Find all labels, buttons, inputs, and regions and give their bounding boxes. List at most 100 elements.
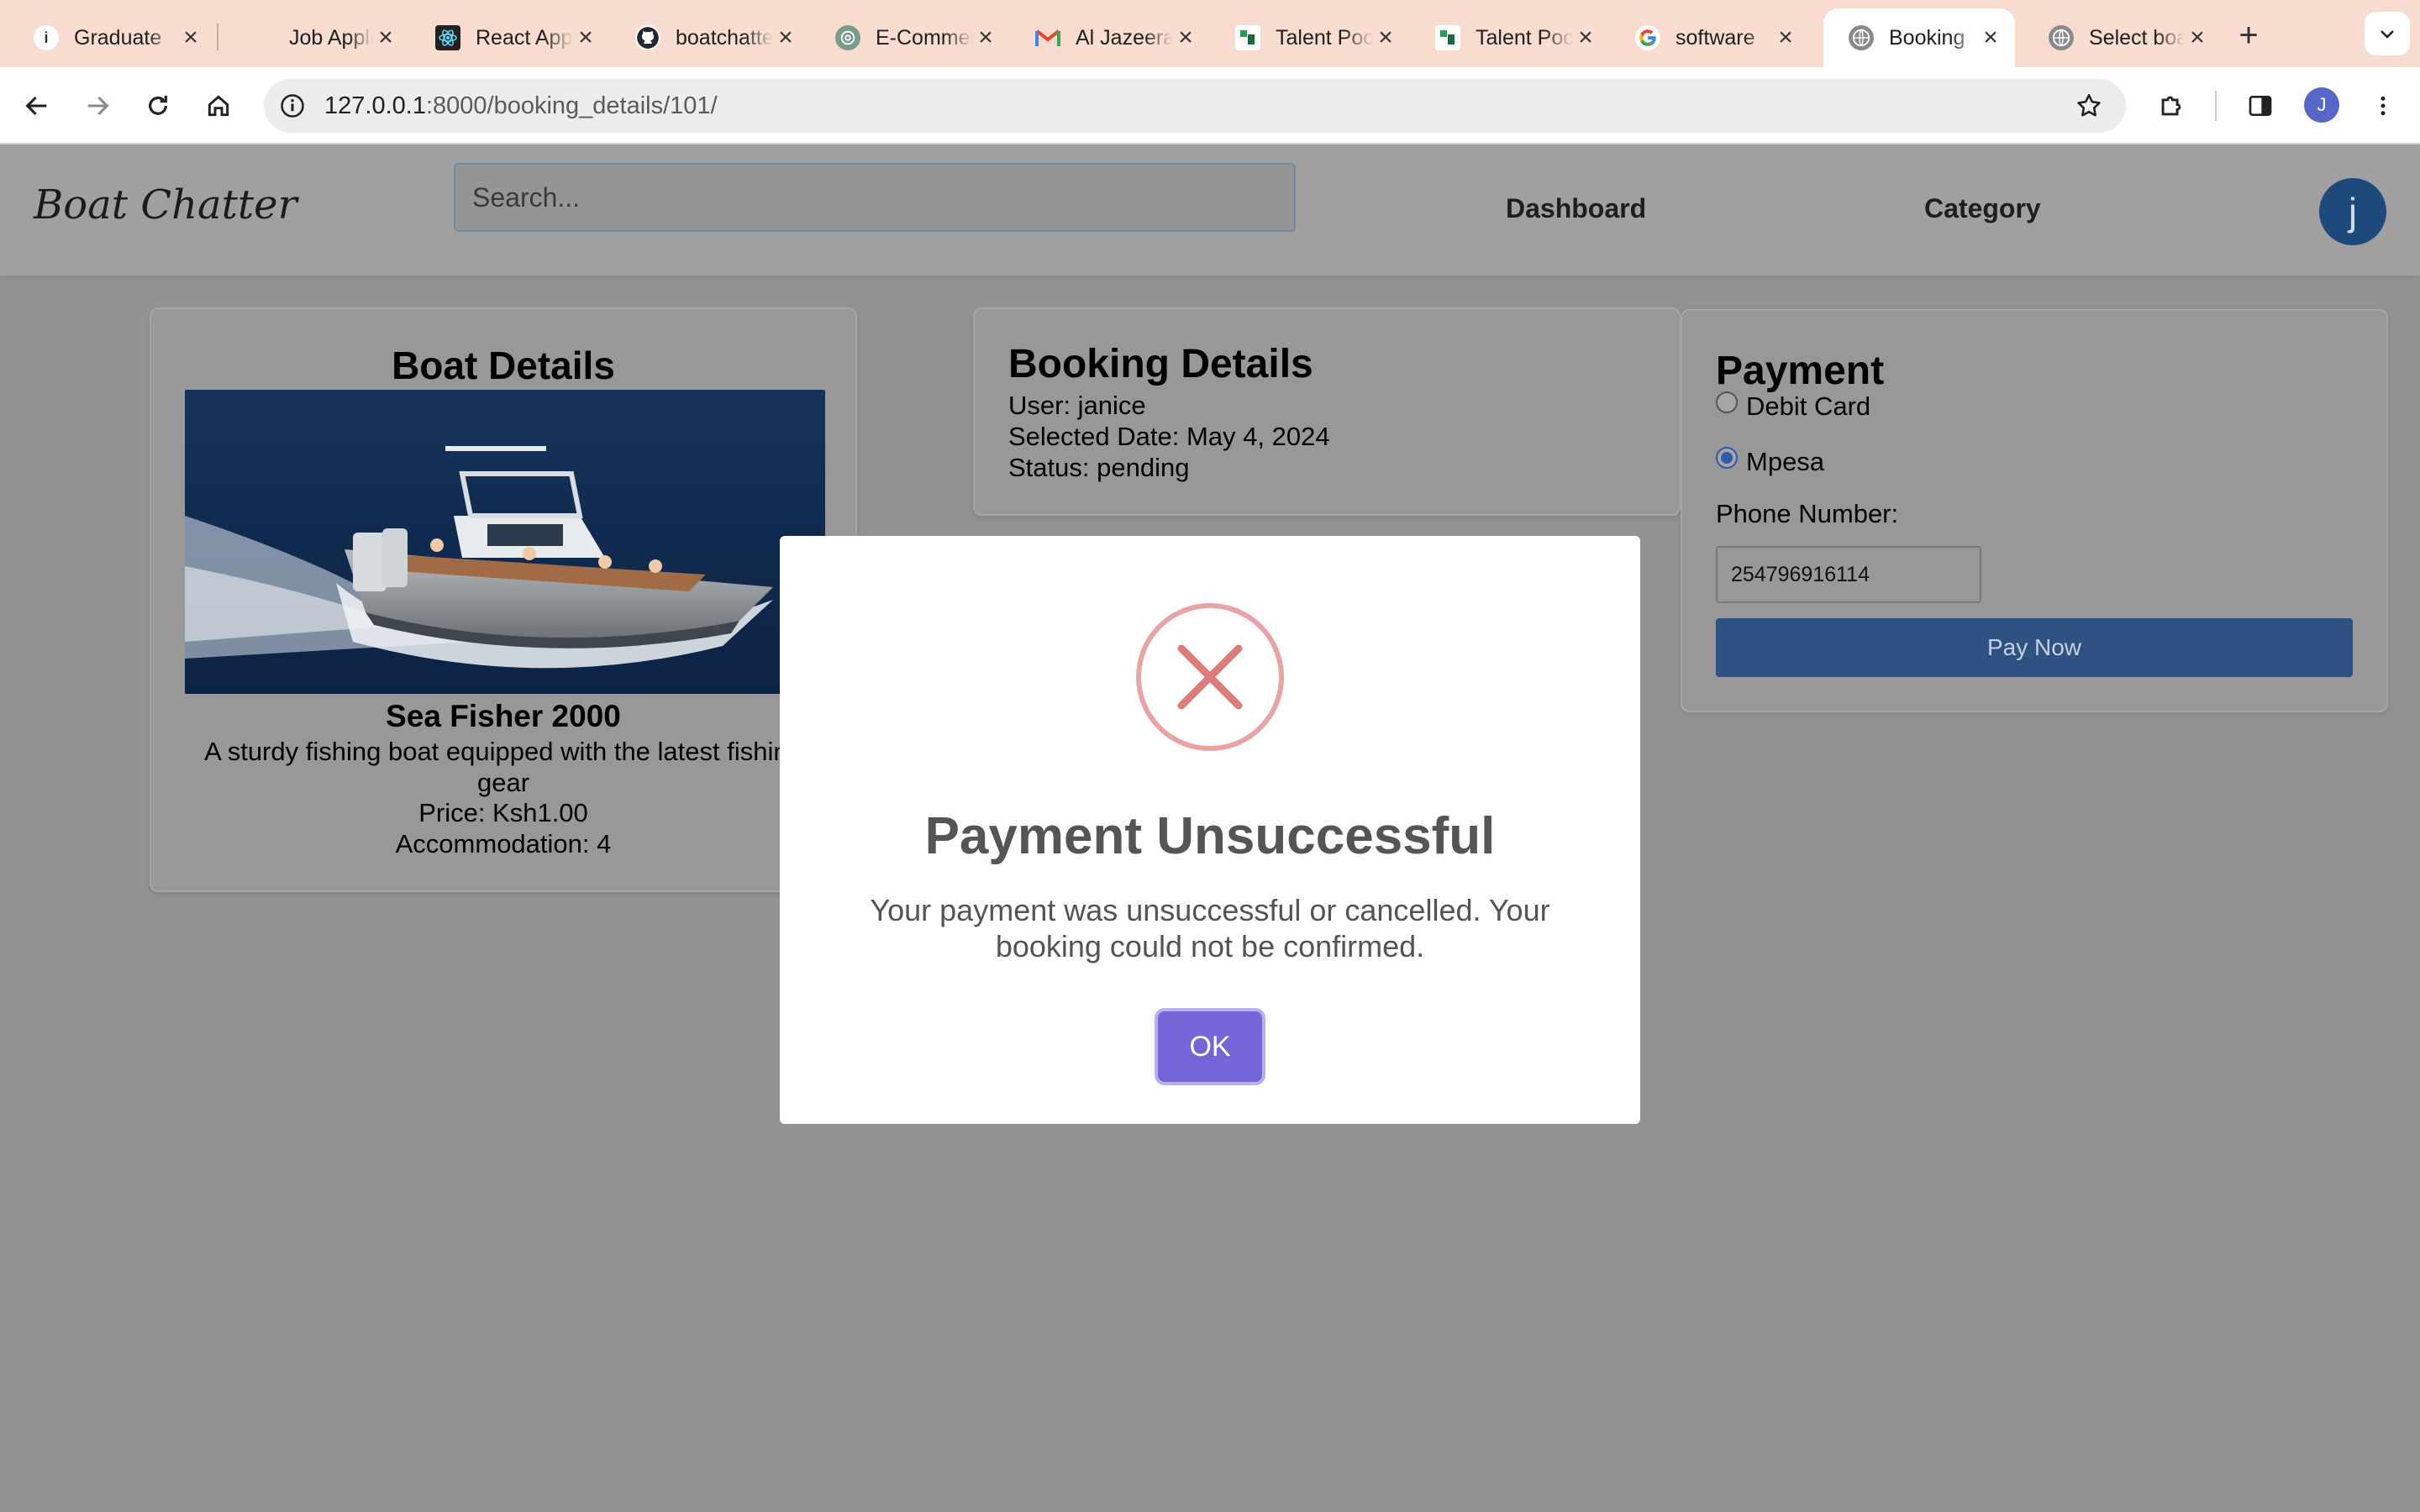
home-icon[interactable] (198, 86, 239, 126)
boat-image (185, 390, 825, 694)
close-icon[interactable]: × (1173, 24, 1198, 51)
browser-tab[interactable]: software × (1610, 8, 1810, 67)
bookmark-star-icon[interactable] (2072, 89, 2106, 123)
reload-icon[interactable] (138, 86, 178, 126)
tab-title: Graduate (74, 25, 162, 50)
talent-icon (1235, 25, 1260, 50)
radio-option-mpesa[interactable]: Mpesa (1716, 447, 1824, 477)
nav-category[interactable]: Category (1924, 193, 2041, 224)
tab-title: React App (476, 25, 573, 50)
tab-title: Talent Pool (1276, 25, 1373, 50)
browser-tab[interactable]: boatchatter × (610, 8, 810, 67)
debit-card-radio[interactable] (1716, 391, 1738, 413)
address-bar[interactable]: 127.0.0.1:8000/booking_details/101/ (264, 79, 2126, 133)
browser-profile-avatar[interactable]: J (2304, 87, 2339, 123)
nav-dashboard[interactable]: Dashboard (1506, 193, 1646, 224)
boat-details-card: Boat Details Sea Fisher 2000 A sturdy fi… (150, 307, 857, 892)
globe-icon (2049, 25, 2074, 50)
gmail-icon (1035, 25, 1060, 50)
payment-card: Payment Debit Card Mpesa Phone Number: P… (1681, 309, 2388, 712)
forward-arrow-icon[interactable] (77, 86, 118, 126)
error-x-icon (1134, 601, 1286, 753)
boat-description: A sturdy fishing boat equipped with the … (204, 737, 802, 797)
browser-tab-strip: i Graduate × Job Applic × React App × bo… (0, 0, 2420, 67)
site-header: Boat Chatter Dashboard Category j (0, 144, 2420, 276)
close-icon[interactable]: × (1573, 24, 1598, 51)
profile-initial: J (2317, 94, 2327, 115)
tab-title: software (1676, 25, 1755, 50)
google-icon (1635, 25, 1660, 50)
back-arrow-icon[interactable] (17, 86, 57, 126)
browser-tab[interactable]: React App × (410, 8, 610, 67)
phone-number-input[interactable] (1716, 546, 1981, 603)
tab-title: Booking (1889, 25, 1965, 50)
close-icon[interactable]: × (373, 24, 398, 51)
url-host: 127.0.0.1 (324, 92, 426, 119)
tab-title: Select boat (2089, 25, 2185, 50)
radio-option-debit-card[interactable]: Debit Card (1716, 391, 1870, 422)
modal-message: Your payment was unsuccessful or cancell… (870, 893, 1550, 963)
browser-tab[interactable]: Select boat × (2023, 8, 2222, 67)
url-text[interactable]: 127.0.0.1:8000/booking_details/101/ (324, 79, 718, 133)
mpesa-radio[interactable] (1716, 447, 1738, 469)
toolbar-divider (2215, 91, 2217, 121)
close-icon[interactable]: × (573, 24, 598, 51)
boat-name: Sea Fisher 2000 (386, 699, 621, 733)
modal-title: Payment Unsuccessful (924, 807, 1496, 865)
browser-tab[interactable]: i Graduate × (8, 8, 215, 67)
blank-icon (249, 25, 274, 50)
chatgpt-icon (835, 25, 860, 50)
tab-divider (217, 24, 218, 50)
booking-details-card: Booking Details User: janice Selected Da… (973, 307, 1681, 516)
browser-tab-active[interactable]: Booking × (1823, 8, 2015, 67)
browser-tab[interactable]: Talent Pool × (1210, 8, 1410, 67)
payment-heading: Payment (1716, 349, 1885, 393)
site-info-icon[interactable] (276, 89, 309, 123)
talent-icon (1435, 25, 1460, 50)
url-path: :8000/booking_details/101/ (425, 92, 718, 119)
close-icon[interactable]: × (178, 24, 203, 51)
avatar-initial: j (2348, 190, 2358, 234)
browser-tab[interactable]: Job Applic × (224, 8, 410, 67)
browser-tab[interactable]: Al Jazeera × (1010, 8, 1210, 67)
new-tab-icon[interactable]: + (2230, 17, 2267, 54)
mpesa-label: Mpesa (1746, 447, 1825, 476)
close-icon[interactable]: × (1978, 24, 2003, 51)
globe-icon (1849, 25, 1874, 50)
github-icon (635, 25, 660, 50)
extensions-puzzle-icon[interactable] (2151, 86, 2191, 126)
user-avatar[interactable]: j (2319, 178, 2386, 245)
tab-title: boatchatter (676, 25, 773, 50)
boat-accommodation: Accommodation: 4 (395, 829, 612, 858)
kebab-menu-icon[interactable] (2363, 86, 2403, 126)
boat-price: Price: Ksh1.00 (418, 798, 588, 827)
close-icon[interactable]: × (1373, 24, 1398, 51)
browser-tab[interactable]: Talent Pool × (1410, 8, 1610, 67)
ok-button[interactable]: OK (1158, 1011, 1262, 1082)
close-icon[interactable]: × (1773, 24, 1798, 51)
site-logo[interactable]: Boat Chatter (34, 181, 297, 228)
info-icon: i (34, 25, 59, 50)
boat-details-heading: Boat Details (392, 344, 615, 387)
close-icon[interactable]: × (2185, 24, 2210, 51)
phone-number-label: Phone Number: (1716, 499, 1899, 528)
close-icon[interactable]: × (973, 24, 998, 51)
search-input[interactable] (454, 163, 1296, 232)
tab-title: Al Jazeera (1076, 25, 1173, 50)
tab-title: E-Commerce (876, 25, 973, 50)
react-icon (435, 25, 460, 50)
browser-toolbar: 127.0.0.1:8000/booking_details/101/ J (0, 67, 2420, 144)
side-panel-icon[interactable] (2240, 86, 2281, 126)
tab-title: Job Applic (289, 25, 373, 50)
booking-status: Status: pending (1008, 453, 1190, 482)
tab-search-chevron-icon[interactable] (2365, 12, 2410, 55)
tab-title: Talent Pool (1476, 25, 1573, 50)
booking-details-heading: Booking Details (1008, 342, 1313, 386)
debit-card-label: Debit Card (1746, 391, 1871, 421)
close-icon[interactable]: × (773, 24, 798, 51)
browser-tab[interactable]: E-Commerce × (810, 8, 1010, 67)
booking-user: User: janice (1008, 391, 1146, 420)
booking-date: Selected Date: May 4, 2024 (1008, 422, 1330, 451)
pay-now-button[interactable]: Pay Now (1716, 618, 2353, 677)
payment-error-modal: Payment Unsuccessful Your payment was un… (780, 536, 1640, 1124)
